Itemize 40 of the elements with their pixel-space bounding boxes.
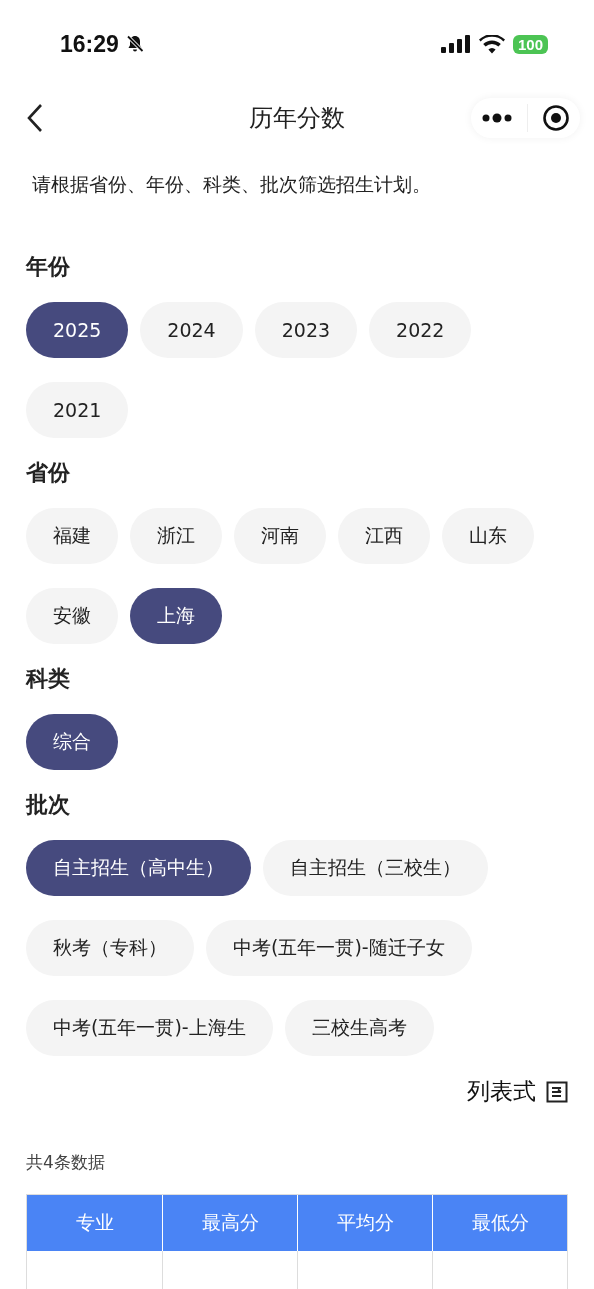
filter-label: 年份: [26, 253, 71, 281]
more-icon[interactable]: [481, 112, 513, 124]
filter-chip[interactable]: 2024: [140, 302, 243, 358]
filter-chip[interactable]: 中考(五年一贯)-上海生: [26, 1000, 273, 1056]
filter-chip[interactable]: 河南: [234, 508, 326, 564]
filter-chip[interactable]: 2025: [26, 302, 129, 358]
filter-label: 省份: [26, 459, 71, 487]
filter-chip[interactable]: 福建: [26, 508, 118, 564]
filter-label: 科类: [26, 665, 71, 693]
status-time: 16:29: [60, 30, 119, 58]
signal-icon: [440, 35, 471, 53]
filter-chip[interactable]: 上海: [130, 588, 222, 644]
filter-chip[interactable]: 秋考（专科）: [26, 920, 194, 976]
page-title: 历年分数: [249, 103, 345, 134]
column-header: 最低分: [432, 1195, 567, 1251]
filter-chip[interactable]: 三校生高考: [284, 1000, 434, 1056]
back-icon[interactable]: [26, 103, 44, 133]
column-header: 最高分: [162, 1195, 297, 1251]
filter-chip[interactable]: 中考(五年一贯)-随迁子女: [206, 920, 472, 976]
filter-chip[interactable]: 综合: [26, 714, 118, 770]
list-toggle-icon[interactable]: [546, 1080, 568, 1103]
column-header: 平均分: [297, 1195, 432, 1251]
filter-chip[interactable]: 江西: [338, 508, 430, 564]
filter-chip[interactable]: 2023: [254, 302, 358, 358]
filter-chip[interactable]: 浙江: [130, 508, 222, 564]
column-header: 专业: [27, 1195, 162, 1251]
wifi-icon: [478, 34, 505, 54]
filter-chip[interactable]: 自主招生（高中生）: [26, 840, 251, 896]
filter-chip[interactable]: 2021: [26, 382, 129, 438]
close-target-icon[interactable]: [542, 104, 570, 132]
bell-muted-icon: [124, 34, 145, 54]
view-toggle[interactable]: 列表式: [467, 1076, 536, 1107]
filter-chip[interactable]: 2022: [369, 302, 472, 358]
filter-chip[interactable]: 安徽: [26, 588, 118, 644]
filter-label: 批次: [26, 791, 71, 819]
battery-indicator: 100: [512, 34, 548, 54]
instruction-text: 请根据省份、年份、科类、批次筛选招生计划。: [32, 172, 432, 197]
record-count: 共4条数据: [26, 1151, 106, 1174]
filter-chip[interactable]: 山东: [442, 508, 534, 564]
filter-chip[interactable]: 自主招生（三校生）: [263, 840, 488, 896]
